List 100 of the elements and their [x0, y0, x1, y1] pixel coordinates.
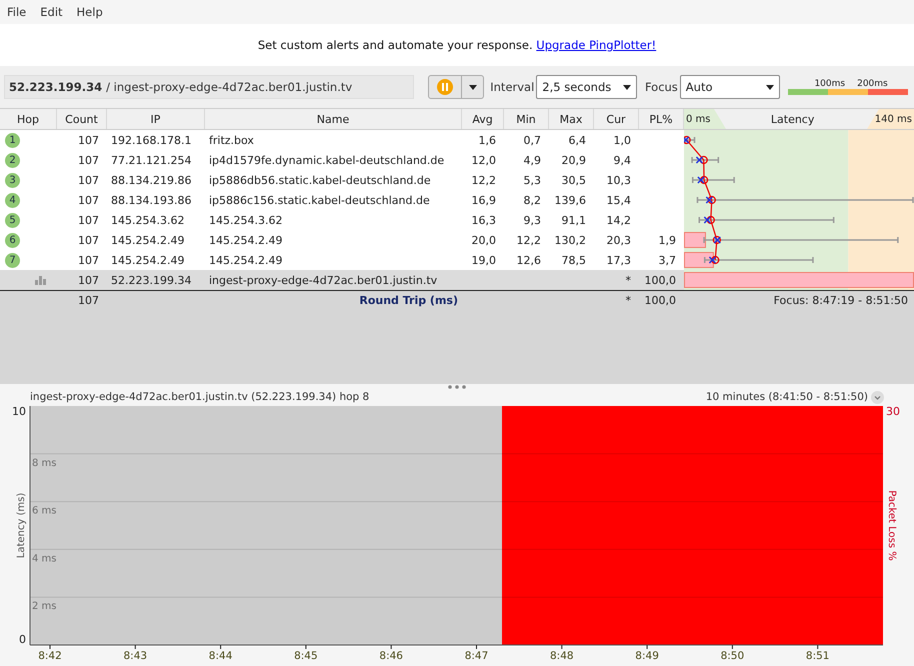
hop-badge: 2: [5, 152, 20, 168]
table-row[interactable]: 3 107 88.134.219.86 ip5886db56.static.kabel-deutschland.de 12,2 5,3 30,5 10,3: [0, 170, 684, 190]
table-cell: 78,5: [562, 254, 586, 266]
table-cell: 77.21.121.254: [111, 154, 192, 166]
target-field[interactable]: 52.223.199.34 / ingest-proxy-edge-4d72ac.ber01.justin.tv: [4, 75, 414, 99]
table-cell: 9,3: [524, 214, 541, 226]
menu-item[interactable]: Help: [76, 5, 103, 19]
table-cell: 1,9: [658, 234, 676, 246]
scale-min-label: 0 ms: [685, 114, 712, 124]
upgrade-link[interactable]: Upgrade PingPlotter!: [536, 38, 656, 52]
table-cell: 88.134.193.86: [111, 194, 192, 206]
table-cell: *: [626, 274, 631, 286]
table-cell: 1,0: [614, 134, 631, 146]
range-whisker: [691, 157, 720, 163]
table-row[interactable]: 7 107 145.254.2.49 145.254.2.49 19,0 12,6 78,5 17,3 3,7: [0, 250, 684, 270]
hop-badge: 5: [5, 212, 20, 228]
column-header[interactable]: Min: [504, 109, 549, 129]
graph-title: ingest-proxy-edge-4d72ac.ber01.justin.tv (52.223.199.34) hop 8: [30, 391, 370, 403]
splitter-grip-icon[interactable]: [448, 385, 466, 389]
dropdown-button[interactable]: [462, 75, 484, 99]
table-cell: 20,3: [606, 234, 631, 246]
column-header[interactable]: Avg: [462, 109, 504, 129]
column-header[interactable]: Cur: [594, 109, 639, 129]
table-row[interactable]: 2 107 77.21.121.254 ip4d1579fe.dynamic.kabel-deutschland.de 12,0 4,9 20,9 9,4: [0, 150, 684, 170]
hop-badge: 1: [5, 132, 20, 148]
interval-label: Interval: [490, 80, 534, 94]
table-cell: 12,6: [516, 254, 541, 266]
table-cell: 14,2: [606, 214, 631, 226]
table-cell: 9,4: [614, 154, 631, 166]
table-cell: ip5886db56.static.kabel-deutschland.de: [209, 174, 431, 186]
axis-tick-label: 8:50: [720, 650, 744, 662]
focus-dropdown[interactable]: Auto: [680, 75, 780, 99]
table-row[interactable]: 5 107 145.254.3.62 145.254.3.62 16,3 9,3 91,1 14,2: [0, 210, 684, 230]
table-cell: 5,3: [524, 174, 541, 186]
table-cell: 107: [78, 214, 99, 226]
table-row[interactable]: 1 107 192.168.178.1 fritz.box 1,6 0,7 6,4 1,0: [0, 130, 684, 150]
table-cell: 139,6: [554, 194, 586, 206]
column-header[interactable]: Max: [549, 109, 594, 129]
gridline-label: 8 ms: [32, 458, 56, 469]
table-cell: 107: [78, 134, 99, 146]
latency-title: Latency: [770, 112, 816, 126]
table-cell: 107: [78, 234, 99, 246]
axis-title: Packet Loss %: [886, 490, 897, 561]
table-cell: 100,0: [644, 294, 676, 306]
table-row[interactable]: 4 107 88.134.193.86 ip5886c156.static.kabel-deutschland.de 16,9 8,2 139,6 15,4: [0, 190, 684, 210]
hop-badge: 6: [5, 232, 20, 248]
range-whisker: [692, 177, 735, 183]
table-cell: ingest-proxy-edge-4d72ac.ber01.justin.tv: [209, 274, 438, 286]
table-cell: 145.254.2.49: [209, 254, 282, 266]
table-cell: ip4d1579fe.dynamic.kabel-deutschland.de: [209, 154, 444, 166]
table-cell: 107: [78, 294, 99, 306]
axis-tick-label: 0: [19, 633, 26, 646]
focus-range-text: Focus: 8:47:19 - 8:51:50: [774, 294, 908, 306]
table-cell: fritz.box: [209, 134, 254, 146]
table-cell: 16,9: [472, 194, 496, 206]
table-cell: 107: [78, 194, 99, 206]
menu-item[interactable]: Edit: [40, 5, 63, 19]
caret-icon: [468, 84, 477, 90]
average-marker: [700, 156, 708, 164]
hop-badge: 4: [5, 192, 20, 208]
pause-icon: [437, 79, 454, 95]
table-cell: 107: [78, 274, 99, 286]
table-cell: 20,9: [562, 154, 586, 166]
table-cell: 17,3: [606, 254, 631, 266]
axis-tick-label: 8:51: [806, 650, 830, 662]
average-marker: [708, 196, 716, 204]
interval-dropdown[interactable]: 2,5 seconds: [536, 75, 637, 99]
average-marker: [706, 216, 715, 224]
axis-tick-label: 8:47: [464, 650, 488, 662]
column-header[interactable]: Count: [57, 109, 107, 129]
chevron-down-icon[interactable]: [871, 390, 884, 404]
axis-tick-label: 10: [12, 405, 26, 418]
table-cell: 107: [78, 154, 99, 166]
axis-title: Latency (ms): [16, 492, 27, 558]
hop-badge: 3: [5, 172, 20, 188]
menu-item[interactable]: File: [7, 5, 26, 19]
average-marker: [711, 256, 720, 264]
column-header[interactable]: Name: [205, 109, 462, 129]
packet-loss-bar: [684, 232, 706, 248]
packet-loss-bar: [684, 252, 714, 268]
selected-row[interactable]: 107 52.223.199.34 ingest-proxy-edge-4d72ac.ber01.justin.tv * 100,0: [0, 270, 684, 290]
table-cell: 100,0: [644, 274, 676, 286]
latency-column-header[interactable]: 0 ms Latency 140 ms: [684, 109, 914, 129]
table-row[interactable]: 6 107 145.254.2.49 145.254.2.49 20,0 12,2 130,2 20,3 1,9: [0, 230, 684, 250]
table-cell: 4,9: [524, 154, 541, 166]
table-cell: 145.254.3.62: [111, 214, 184, 226]
table-cell: *: [626, 294, 631, 306]
table-cell: 145.254.2.49: [111, 254, 184, 266]
table-cell: 130,2: [554, 234, 586, 246]
table-cell: 145.254.3.62: [209, 214, 282, 226]
column-header[interactable]: IP: [107, 109, 205, 129]
axis-tick-label: 8:46: [379, 650, 403, 662]
table-cell: 52.223.199.34: [111, 274, 192, 286]
caret-icon: [622, 84, 631, 90]
gridline-label: 4 ms: [32, 553, 56, 564]
bar-chart-icon[interactable]: [35, 276, 46, 284]
column-header[interactable]: Hop: [0, 109, 57, 129]
table-cell: 107: [78, 174, 99, 186]
axis-tick-label: 8:45: [294, 650, 318, 662]
table-cell: 91,1: [562, 214, 586, 226]
